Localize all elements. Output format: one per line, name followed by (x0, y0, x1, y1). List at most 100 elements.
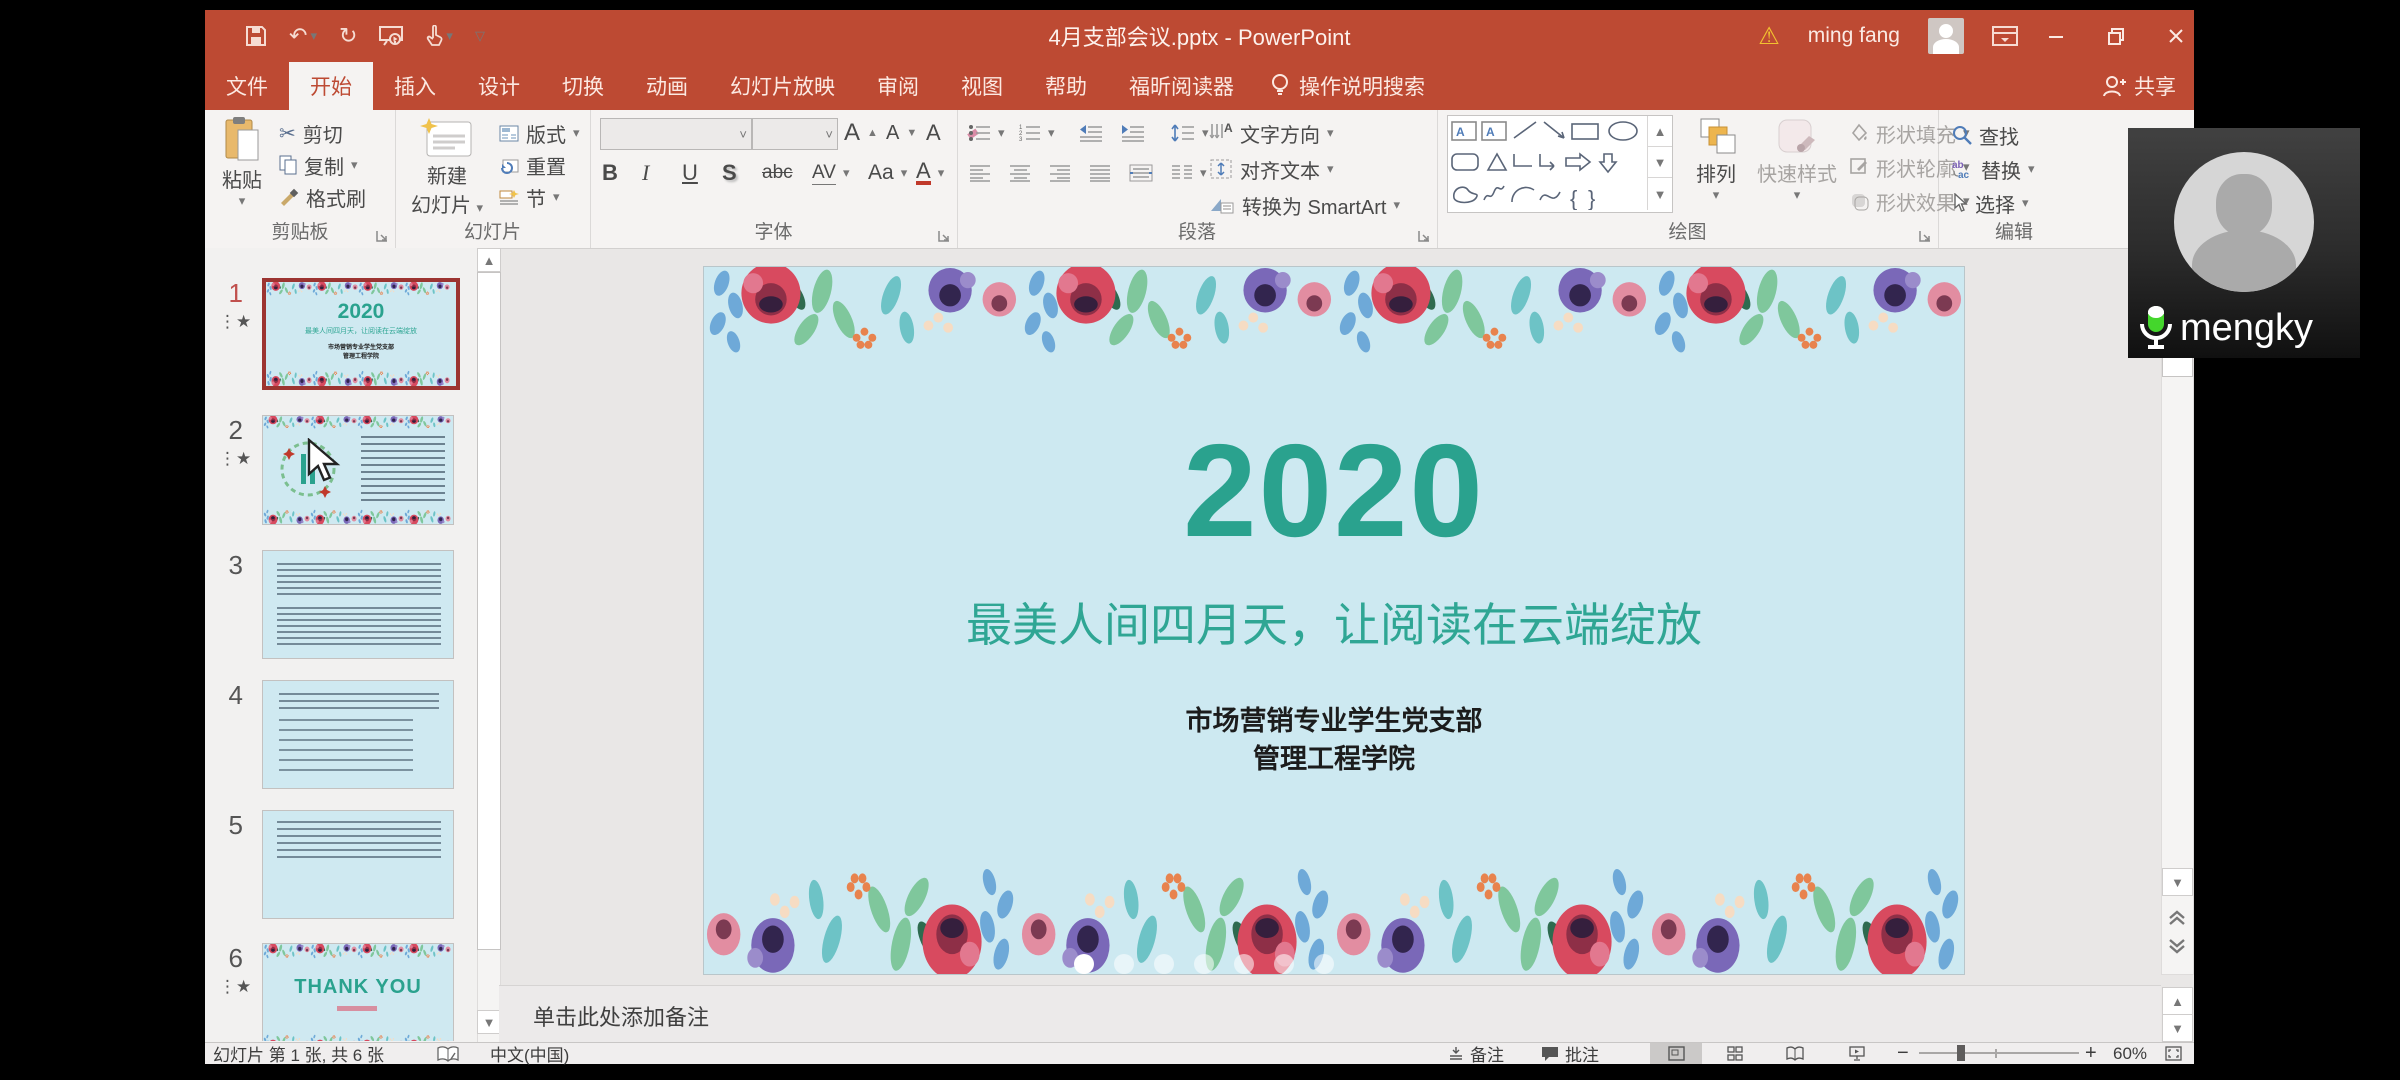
slide-org-line2[interactable]: 管理工程学院 (704, 737, 1964, 776)
slide-counter[interactable]: 幻灯片 第 1 张, 共 6 张 (213, 1043, 384, 1064)
numbering-button[interactable]: 123 ▾ (1019, 118, 1055, 148)
format-painter-button[interactable]: 格式刷 (279, 182, 366, 212)
strikethrough-button[interactable]: abc (762, 158, 793, 188)
spellcheck-button[interactable] (437, 1043, 459, 1064)
bullets-button[interactable]: ▾ (969, 118, 1005, 148)
bold-button[interactable]: B (602, 158, 618, 188)
paragraph-dialog-launcher[interactable] (1417, 229, 1431, 243)
customize-qat-button[interactable]: ▽ (475, 28, 485, 44)
account-avatar[interactable] (1928, 18, 1964, 54)
save-button[interactable] (245, 25, 267, 47)
align-right-button[interactable] (1049, 158, 1071, 188)
section-button[interactable]: 节 ▾ (499, 182, 560, 212)
tab-view[interactable]: 视图 (940, 62, 1024, 110)
tab-transitions[interactable]: 切换 (541, 62, 625, 110)
select-button[interactable]: 选择 ▾ (1952, 188, 2029, 218)
slideshow-view-button[interactable] (1835, 1043, 1879, 1064)
slide-org-line1[interactable]: 市场营销专业学生党支部 (704, 699, 1964, 738)
slide-thumbnail-6[interactable]: THANK YOU (262, 943, 454, 1041)
convert-to-smartart-button[interactable]: 转换为 SmartArt ▾ (1209, 190, 1400, 220)
slide-canvas[interactable]: 2020 最美人间四月天，让阅读在云端绽放 市场营销专业学生党支部 管理工程学院 (703, 266, 1965, 975)
normal-view-button[interactable] (1650, 1043, 1702, 1064)
tab-animations[interactable]: 动画 (625, 62, 709, 110)
tab-file[interactable]: 文件 (205, 62, 289, 110)
italic-button[interactable]: I (642, 158, 649, 188)
next-slide-button[interactable] (2162, 934, 2191, 958)
increase-font-size-button[interactable]: A▲ (844, 118, 878, 148)
shapes-more-button[interactable]: ▼ (1648, 177, 1672, 210)
animation-star-icon[interactable]: ⋮★ (219, 449, 251, 469)
copy-button[interactable]: 复制 ▾ (279, 150, 358, 180)
thumbnail-scroll-up-button[interactable]: ▲ (477, 248, 501, 272)
minimize-button[interactable] (2046, 26, 2066, 46)
slide-thumbnail-3[interactable] (262, 550, 454, 659)
decrease-font-size-button[interactable]: A▼ (886, 118, 917, 148)
fit-slide-to-window-button[interactable] (2165, 1043, 2182, 1064)
columns-button[interactable]: ▾ (1171, 158, 1207, 188)
presentation-dots-indicator[interactable] (1074, 954, 1334, 974)
tab-review[interactable]: 审阅 (856, 62, 940, 110)
text-direction-button[interactable]: A 文字方向 ▾ (1209, 118, 1334, 148)
zoom-slider-thumb[interactable] (1957, 1045, 1965, 1061)
font-size-combobox[interactable]: ˅ (752, 118, 838, 150)
restore-button[interactable] (2106, 26, 2126, 46)
comments-toggle-button[interactable]: 批注 (1541, 1043, 1599, 1064)
tab-help[interactable]: 帮助 (1024, 62, 1108, 110)
notes-scroll-up-button[interactable]: ▲ (2162, 987, 2193, 1015)
zoom-out-button[interactable]: − (1897, 1043, 1909, 1064)
cut-button[interactable]: ✂ 剪切 (279, 118, 343, 148)
align-text-button[interactable]: 对齐文本 ▾ (1209, 154, 1334, 184)
ribbon-display-options-button[interactable] (1992, 24, 2018, 48)
tab-home[interactable]: 开始 (289, 62, 373, 110)
slide-title-year[interactable]: 2020 (704, 415, 1964, 566)
webcam-overlay[interactable]: mengky (2128, 128, 2360, 358)
notes-scroll-down-button[interactable]: ▼ (2162, 1014, 2193, 1042)
drawing-dialog-launcher[interactable] (1918, 229, 1932, 243)
align-center-button[interactable] (1009, 158, 1031, 188)
shapes-gallery[interactable]: A A { } ▲ ▼ ▼ (1447, 115, 1673, 213)
arrange-button[interactable]: 排列 ▾ (1685, 116, 1747, 203)
new-slide-button[interactable]: 新建 幻灯片 ▾ (405, 116, 489, 218)
increase-indent-button[interactable] (1121, 118, 1145, 148)
shapes-scroll-up-button[interactable]: ▲ (1648, 116, 1672, 146)
notes-placeholder[interactable]: 单击此处添加备注 (533, 1000, 709, 1032)
thumbnail-scrollbar-thumb[interactable] (477, 272, 501, 950)
replace-button[interactable]: ab ac 替换 ▾ (1952, 154, 2035, 184)
tab-slideshow[interactable]: 幻灯片放映 (709, 62, 856, 110)
notes-toggle-button[interactable]: 备注 (1448, 1043, 1504, 1064)
slide-sorter-view-button[interactable] (1713, 1043, 1757, 1064)
character-spacing-button[interactable]: AV ▾ (812, 158, 849, 188)
font-color-button[interactable]: A ▾ (916, 158, 944, 188)
decrease-indent-button[interactable] (1079, 118, 1103, 148)
slide-subtitle[interactable]: 最美人间四月天，让阅读在云端绽放 (704, 589, 1964, 655)
change-case-button[interactable]: Aa▾ (868, 158, 907, 188)
slide-thumbnail-4[interactable] (262, 680, 454, 789)
distribute-text-button[interactable] (1129, 158, 1153, 188)
touch-mode-button[interactable]: ▾ (425, 25, 453, 47)
tab-design[interactable]: 设计 (457, 62, 541, 110)
account-name[interactable]: ming fang (1808, 24, 1900, 48)
animation-star-icon[interactable]: ⋮★ (219, 977, 251, 997)
zoom-slider-track[interactable] (1919, 1052, 2079, 1054)
share-button[interactable]: 共享 (2102, 62, 2176, 110)
justify-button[interactable] (1089, 158, 1111, 188)
clipboard-dialog-launcher[interactable] (375, 229, 389, 243)
zoom-in-button[interactable]: + (2085, 1043, 2097, 1064)
layout-button[interactable]: 版式 ▾ (499, 118, 580, 148)
tab-foxit-reader[interactable]: 福昕阅读器 (1108, 62, 1255, 110)
reset-button[interactable]: 重置 (499, 150, 566, 180)
zoom-level[interactable]: 60% (2113, 1043, 2147, 1064)
slide-thumbnail-5[interactable] (262, 810, 454, 919)
slide-thumbnail-2[interactable] (262, 415, 454, 525)
undo-button[interactable]: ↶▾ (289, 23, 317, 49)
reading-view-button[interactable] (1773, 1043, 1817, 1064)
underline-button[interactable]: U (682, 158, 698, 188)
text-shadow-button[interactable]: S (722, 158, 737, 188)
font-name-combobox[interactable]: ˅ (600, 118, 752, 150)
font-dialog-launcher[interactable] (937, 229, 951, 243)
find-button[interactable]: 查找 (1952, 120, 2019, 150)
tab-insert[interactable]: 插入 (373, 62, 457, 110)
editor-scroll-down-button[interactable]: ▼ (2162, 868, 2193, 896)
redo-button[interactable]: ↻ (339, 23, 357, 49)
tell-me-search[interactable]: 操作说明搜索 (1255, 62, 1441, 110)
